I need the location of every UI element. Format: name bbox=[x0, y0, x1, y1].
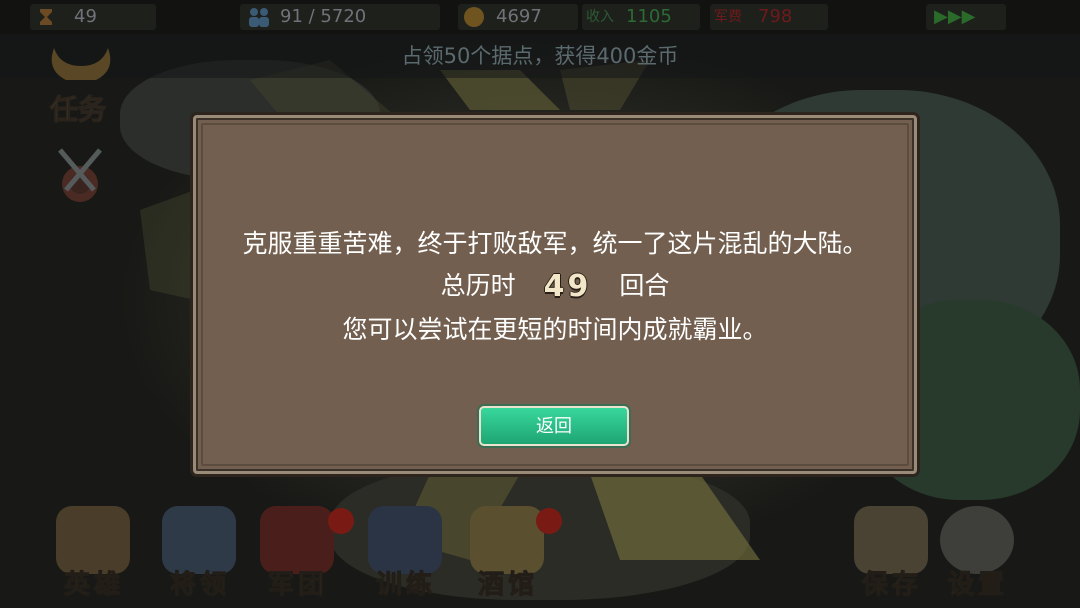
quest-notice: 占领50个据点，获得400金币 bbox=[0, 34, 1080, 78]
training-label: 训练 bbox=[375, 570, 436, 601]
general-button[interactable]: 将领 bbox=[152, 506, 248, 606]
quest-label: 任务 bbox=[49, 93, 107, 127]
turns-suffix: 回合 bbox=[619, 271, 670, 300]
return-button[interactable]: 返回 bbox=[479, 406, 629, 446]
general-label: 将领 bbox=[169, 570, 230, 601]
turns-value: 49 bbox=[543, 269, 592, 304]
hero-label: 英雄 bbox=[63, 570, 124, 601]
training-button[interactable]: 训练 bbox=[358, 506, 454, 606]
upkeep-counter: 军费 798 bbox=[710, 4, 828, 30]
gold-counter: 4697 bbox=[458, 4, 578, 30]
settings-label: 设置 bbox=[947, 570, 1008, 601]
gold-coin-icon bbox=[464, 7, 484, 27]
game-screen: 49 91 / 5720 4697 收入 1105 军费 798 ▶▶▶ 占领5… bbox=[0, 0, 1080, 608]
legion-button[interactable]: 军团 bbox=[250, 506, 354, 606]
legion-label: 军团 bbox=[267, 570, 328, 601]
population-counter: 91 / 5720 bbox=[240, 4, 440, 30]
income-counter: 收入 1105 bbox=[582, 4, 700, 30]
income-value: 1105 bbox=[626, 6, 672, 27]
save-label: 保存 bbox=[861, 570, 922, 601]
quest-button[interactable]: 任务 bbox=[44, 40, 118, 130]
income-label: 收入 bbox=[586, 9, 614, 25]
victory-message: 克服重重苦难，终于打败敌军，统一了这片混乱的大陆。 bbox=[242, 229, 868, 258]
tavern-button[interactable]: 酒馆 bbox=[460, 506, 562, 606]
horn-helmet-icon bbox=[51, 48, 111, 80]
turns-summary: 总历时 49 回合 bbox=[196, 266, 914, 304]
speed-arrows-icon: ▶▶▶ bbox=[934, 6, 976, 27]
upkeep-value: 798 bbox=[758, 6, 793, 27]
population-value: 91 / 5720 bbox=[280, 6, 367, 27]
turn-value: 49 bbox=[74, 6, 97, 27]
hero-button[interactable]: 英雄 bbox=[46, 506, 142, 606]
retry-hint: 您可以尝试在更短的时间内成就霸业。 bbox=[342, 315, 768, 344]
notification-badge bbox=[328, 508, 354, 534]
tavern-label: 酒馆 bbox=[477, 570, 538, 601]
speed-button[interactable]: ▶▶▶ bbox=[926, 4, 1006, 30]
battle-button[interactable] bbox=[54, 146, 106, 206]
gold-value: 4697 bbox=[496, 6, 542, 27]
victory-dialog: 克服重重苦难，终于打败敌军，统一了这片混乱的大陆。 总历时 49 回合 您可以尝试在… bbox=[193, 115, 917, 474]
people-icon bbox=[246, 7, 269, 27]
upkeep-label: 军费 bbox=[714, 9, 742, 25]
status-bar: 49 91 / 5720 4697 收入 1105 军费 798 ▶▶▶ bbox=[0, 0, 1080, 34]
crossed-swords-target-icon bbox=[58, 148, 102, 202]
turns-prefix: 总历时 bbox=[440, 271, 516, 300]
turn-counter: 49 bbox=[30, 4, 156, 30]
notification-badge bbox=[536, 508, 562, 534]
settings-button[interactable]: 设置 bbox=[930, 506, 1026, 606]
save-button[interactable]: 保存 bbox=[844, 506, 940, 606]
hourglass-icon bbox=[36, 7, 56, 27]
